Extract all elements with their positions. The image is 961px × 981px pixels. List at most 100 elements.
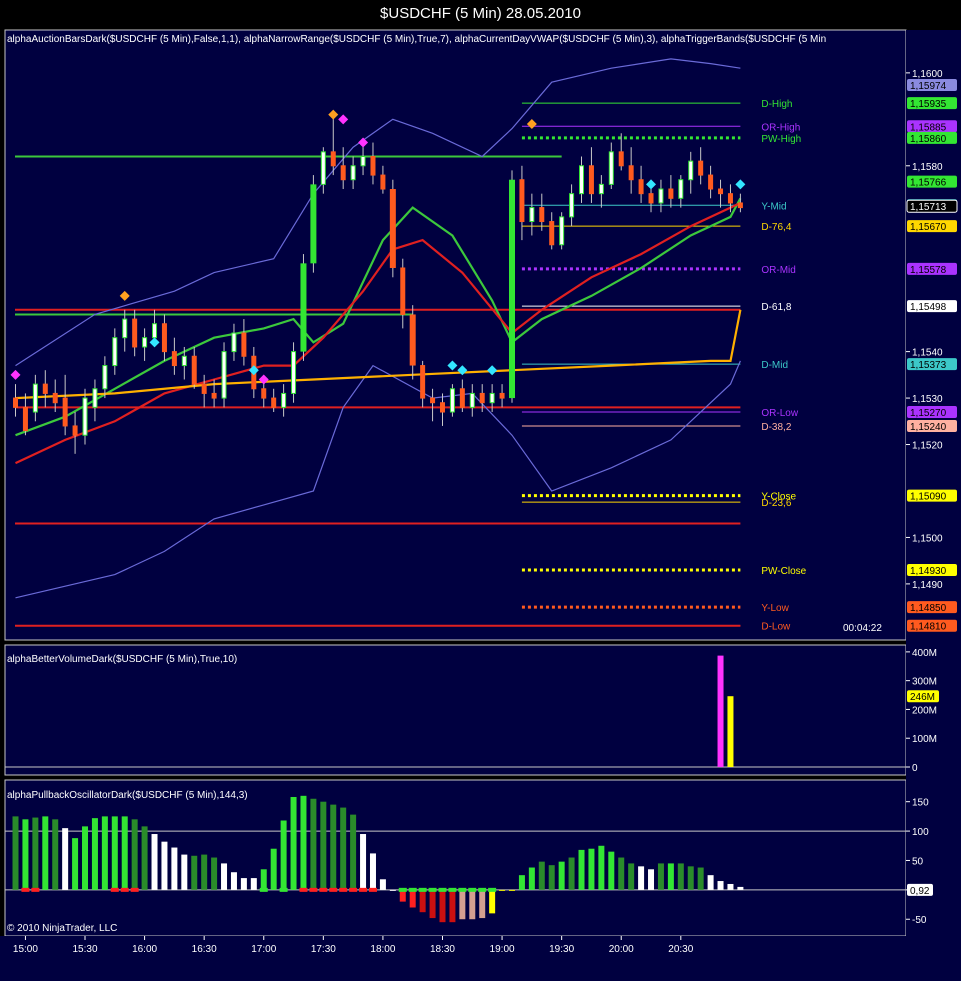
candle-body bbox=[370, 155, 376, 176]
oscillator-indicator-label: alphaPullbackOscillatorDark($USDCHF (5 M… bbox=[7, 790, 248, 801]
oscillator-bar bbox=[191, 855, 198, 890]
level-label: D-Mid bbox=[761, 360, 788, 371]
price-tick-label: 1,1530 bbox=[912, 394, 943, 405]
volume-bar bbox=[717, 655, 724, 767]
oscillator-bar bbox=[389, 889, 396, 891]
oscillator-bar bbox=[340, 807, 347, 890]
candle-body bbox=[181, 355, 187, 367]
level-badge-value: 1,15935 bbox=[910, 99, 947, 110]
time-tick-label: 17:00 bbox=[251, 944, 276, 955]
candle-body bbox=[112, 337, 118, 367]
oscillator-bar bbox=[439, 889, 446, 923]
candle-body bbox=[221, 351, 227, 399]
zero-marker bbox=[418, 887, 427, 892]
zero-marker bbox=[110, 887, 119, 892]
candle-body bbox=[291, 351, 297, 394]
candle-body bbox=[310, 184, 317, 264]
oscillator-bar bbox=[707, 875, 714, 890]
oscillator-bar bbox=[111, 816, 118, 890]
candle-body bbox=[727, 193, 733, 204]
zero-marker bbox=[398, 887, 407, 892]
oscillator-bar bbox=[270, 848, 277, 890]
zero-marker bbox=[31, 887, 40, 892]
chart-canvas[interactable]: alphaAuctionBarsDark($USDCHF (5 Min),Fal… bbox=[0, 0, 961, 981]
last-price-value: 1,15713 bbox=[910, 202, 947, 213]
candle-body bbox=[241, 332, 247, 357]
candle-body bbox=[142, 337, 148, 348]
candle-body bbox=[360, 155, 366, 167]
oscillator-tick-label: 150 bbox=[912, 798, 929, 809]
level-badge-value: 1,15373 bbox=[910, 360, 947, 371]
oscillator-bar bbox=[12, 816, 19, 890]
candle-body bbox=[688, 160, 694, 181]
candle-body bbox=[201, 383, 207, 394]
oscillator-bar bbox=[548, 865, 555, 890]
oscillator-bar bbox=[509, 889, 515, 891]
oscillator-bar bbox=[121, 816, 128, 890]
level-label: D-23,6 bbox=[761, 498, 791, 509]
candle-body bbox=[509, 179, 515, 399]
top-badge-value: 1,15974 bbox=[910, 81, 947, 92]
candle-body bbox=[519, 179, 525, 223]
volume-tick-label: 100M bbox=[912, 734, 937, 745]
candle-body bbox=[529, 207, 535, 223]
level-label: D-38,2 bbox=[761, 422, 791, 433]
zero-marker bbox=[359, 887, 368, 892]
zero-marker bbox=[428, 887, 437, 892]
level-label: PW-High bbox=[761, 134, 801, 145]
level-badge-value: 1,15860 bbox=[910, 134, 947, 145]
candle-body bbox=[718, 188, 724, 195]
time-tick-label: 15:30 bbox=[72, 944, 97, 955]
level-badge-value: 1,15498 bbox=[910, 302, 947, 313]
level-label: OR-Low bbox=[761, 408, 798, 419]
candle-body bbox=[62, 397, 68, 427]
volume-tick-label: 300M bbox=[912, 677, 937, 688]
candle-body bbox=[22, 406, 28, 432]
oscillator-bar bbox=[221, 863, 228, 890]
candle-body bbox=[469, 392, 475, 408]
candle-body bbox=[132, 318, 138, 348]
oscillator-bar bbox=[250, 878, 257, 890]
oscillator-bar bbox=[320, 801, 327, 890]
candle-body bbox=[618, 151, 624, 167]
oscillator-bar bbox=[42, 816, 49, 890]
oscillator-bar bbox=[52, 819, 59, 890]
oscillator-bar bbox=[479, 889, 486, 919]
level-badge-value: 1,14850 bbox=[910, 603, 947, 614]
candle-body bbox=[281, 392, 287, 408]
oscillator-bar bbox=[72, 838, 79, 890]
candle-body bbox=[638, 179, 644, 195]
candle-body bbox=[588, 165, 594, 195]
oscillator-bar bbox=[141, 826, 148, 890]
oscillator-bar bbox=[211, 857, 218, 890]
oscillator-tick-label: -50 bbox=[912, 915, 927, 926]
oscillator-bar bbox=[201, 854, 208, 890]
oscillator-bar bbox=[181, 854, 188, 890]
candle-body bbox=[698, 160, 704, 176]
candle-body bbox=[579, 165, 585, 195]
zero-marker bbox=[329, 887, 338, 892]
oscillator-bar bbox=[518, 875, 525, 890]
oscillator-bar bbox=[618, 857, 625, 890]
candle-body bbox=[737, 202, 743, 209]
candle-body bbox=[449, 388, 455, 413]
oscillator-bar bbox=[350, 814, 357, 890]
oscillator-bar bbox=[280, 820, 287, 890]
volume-badge-value: 246M bbox=[910, 692, 935, 703]
oscillator-bar bbox=[499, 889, 506, 891]
level-badge-value: 1,15885 bbox=[910, 122, 947, 133]
candle-body bbox=[598, 183, 604, 195]
volume-tick-label: 200M bbox=[912, 705, 937, 716]
candle-body bbox=[320, 151, 326, 185]
oscillator-bar bbox=[369, 853, 376, 890]
candle-body bbox=[161, 323, 167, 353]
zero-marker bbox=[478, 887, 487, 892]
oscillator-bar bbox=[667, 863, 674, 890]
candle-body bbox=[708, 174, 714, 190]
zero-marker bbox=[21, 887, 30, 892]
candle-body bbox=[658, 188, 664, 204]
candle-body bbox=[559, 216, 565, 246]
oscillator-bar bbox=[32, 817, 39, 890]
candle-body bbox=[569, 193, 575, 218]
level-badge-value: 1,15240 bbox=[910, 422, 947, 433]
